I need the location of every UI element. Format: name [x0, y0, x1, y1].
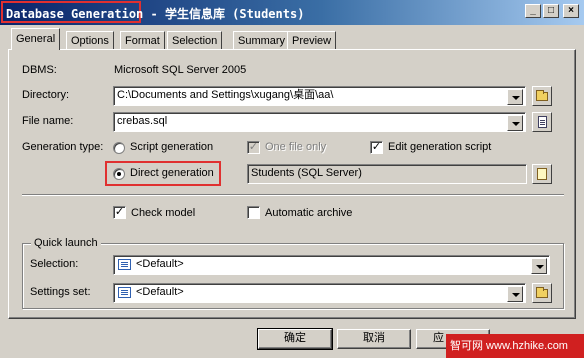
minimize-button[interactable]: _	[525, 4, 541, 18]
window-title: Database Generation - 学生信息库 (Students)	[6, 5, 304, 22]
checkmark-icon: ✓	[248, 141, 259, 153]
minimize-icon: _	[530, 5, 536, 16]
filename-label: File name:	[22, 115, 74, 127]
filename-combobox[interactable]: crebas.sql	[113, 112, 526, 132]
filename-dropdown-button[interactable]	[507, 115, 523, 131]
one-file-only-checkbox[interactable]: ✓	[247, 141, 260, 154]
directory-combobox[interactable]: C:\Documents and Settings\xugang\桌面\aa\	[113, 86, 526, 106]
data-source-value: Students (SQL Server)	[251, 167, 362, 179]
tab-options-label: Options	[71, 35, 109, 47]
tab-general[interactable]: General	[11, 28, 61, 50]
direct-generation-highlight-box	[105, 161, 221, 186]
maximize-icon: □	[547, 5, 555, 16]
tab-preview[interactable]: Preview	[287, 31, 337, 50]
automatic-archive-checkbox[interactable]	[247, 206, 260, 219]
tab-selection-label: Selection	[172, 35, 218, 47]
edit-file-button[interactable]	[532, 112, 552, 132]
ok-button[interactable]: 确定	[257, 328, 333, 350]
cancel-button[interactable]: 取消	[337, 329, 411, 349]
list-icon	[118, 259, 131, 270]
window-title-app: Database Generation	[6, 7, 144, 21]
document-icon	[538, 116, 547, 128]
close-icon: ×	[568, 5, 574, 16]
tab-options[interactable]: Options	[66, 31, 114, 50]
script-generation-label[interactable]: Script generation	[130, 141, 213, 153]
generation-type-label: Generation type:	[22, 141, 104, 153]
selection-value: <Default>	[136, 258, 184, 270]
connect-data-source-button[interactable]	[532, 164, 552, 184]
window-title-rest: - 学生信息库 (Students)	[143, 7, 305, 21]
directory-label: Directory:	[22, 89, 70, 101]
automatic-archive-label[interactable]: Automatic archive	[265, 207, 352, 219]
dbms-label: DBMS:	[22, 64, 57, 76]
directory-value: C:\Documents and Settings\xugang\桌面\aa\	[117, 89, 334, 101]
watermark-banner: 智可网 www.hzhike.com	[446, 334, 584, 358]
close-button[interactable]: ×	[563, 4, 579, 18]
checkmark-icon: ✓	[114, 206, 125, 218]
list-icon	[118, 287, 131, 298]
tab-selection[interactable]: Selection	[167, 31, 223, 50]
settings-set-combobox[interactable]: <Default>	[113, 283, 526, 303]
tab-format-label: Format	[125, 35, 160, 47]
dbms-value: Microsoft SQL Server 2005	[114, 64, 247, 76]
check-model-checkbox[interactable]: ✓	[113, 206, 126, 219]
tab-format[interactable]: Format	[120, 31, 165, 50]
tab-summary-label: Summary	[238, 35, 286, 47]
edit-generation-script-label[interactable]: Edit generation script	[388, 141, 491, 153]
directory-dropdown-button[interactable]	[507, 89, 523, 105]
selection-dropdown-button[interactable]	[531, 258, 547, 274]
quick-launch-title: Quick launch	[31, 237, 101, 249]
one-file-only-label[interactable]: One file only	[265, 141, 326, 153]
data-source-field[interactable]: Students (SQL Server)	[247, 164, 527, 184]
browse-directory-button[interactable]	[532, 86, 552, 106]
separator	[22, 194, 564, 196]
maximize-button[interactable]: □	[543, 4, 559, 18]
filename-value: crebas.sql	[117, 115, 168, 127]
settings-set-dropdown-button[interactable]	[507, 286, 523, 302]
browse-settings-button[interactable]	[532, 283, 552, 303]
selection-label: Selection:	[30, 258, 79, 270]
folder-icon	[536, 90, 548, 101]
edit-generation-script-checkbox[interactable]: ✓	[370, 141, 383, 154]
script-generation-radio[interactable]	[113, 142, 125, 154]
selection-combobox[interactable]: <Default>	[113, 255, 550, 275]
settings-set-value: <Default>	[136, 286, 184, 298]
checkmark-icon: ✓	[371, 141, 382, 153]
check-model-label[interactable]: Check model	[131, 207, 195, 219]
tab-general-label: General	[16, 33, 56, 45]
connect-icon	[537, 168, 547, 180]
settings-set-label: Settings set:	[30, 286, 91, 298]
tab-summary[interactable]: Summary	[233, 31, 291, 50]
tab-preview-label: Preview	[292, 35, 332, 47]
folder-icon	[536, 287, 548, 298]
